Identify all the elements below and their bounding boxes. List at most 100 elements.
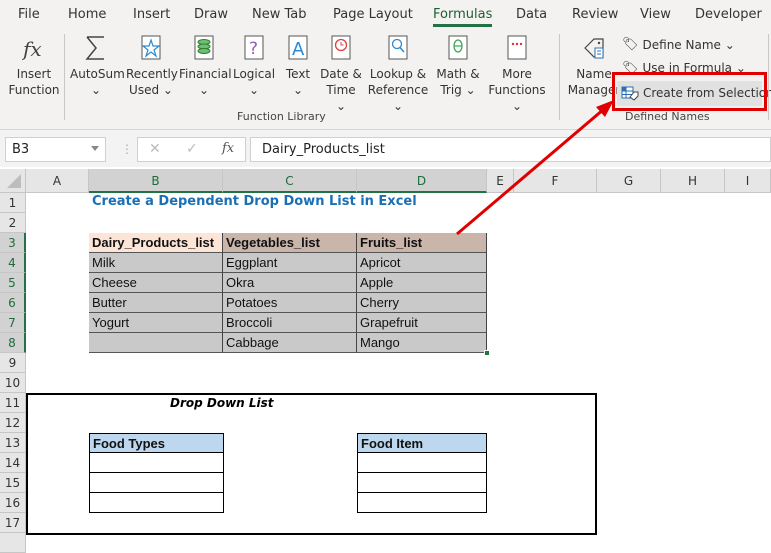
column-header-c[interactable]: C [223,169,357,193]
svg-text:A: A [292,39,305,60]
sheet-title[interactable]: Create a Dependent Drop Down List in Exc… [92,194,417,209]
recently-used-button[interactable]: Recently Used ⌄ [126,34,178,98]
drag-handle-icon[interactable]: ⋮ [121,142,133,156]
food-item-cell[interactable] [357,473,487,493]
row-header-5[interactable]: 5 [0,273,26,293]
financial-button[interactable]: Financial ⌄ [179,34,232,98]
food-item-header[interactable]: Food Item [357,433,487,453]
row-header-18[interactable] [0,533,26,553]
autosum-button[interactable]: AutoSum ⌄ [70,34,125,98]
table-cell[interactable]: Potatoes [223,293,357,313]
dropdown-title[interactable]: Drop Down List [170,396,274,410]
formula-input[interactable]: Dairy_Products_list [250,137,771,162]
table-cell[interactable]: Cherry [357,293,487,313]
header-vegetables[interactable]: Vegetables_list [223,233,357,253]
logical-button[interactable]: ? Logical ⌄ [232,34,276,98]
column-header-f[interactable]: F [514,169,597,193]
food-item-cell[interactable] [357,453,487,473]
row-header-14[interactable]: 14 [0,453,26,473]
sigma-icon [85,36,104,60]
recently-used-label-2: Used ⌄ [129,83,173,97]
row-header-7[interactable]: 7 [0,313,26,333]
table-cell[interactable]: Apple [357,273,487,293]
row-header-9[interactable]: 9 [0,353,26,373]
food-types-cell[interactable] [89,493,224,513]
row-header-16[interactable]: 16 [0,493,26,513]
separator [768,34,769,120]
table-cell[interactable]: Grapefruit [357,313,487,333]
column-header-e[interactable]: E [487,169,514,193]
tab-page-layout[interactable]: Page Layout [333,7,413,22]
tab-new-tab[interactable]: New Tab [252,7,307,22]
math-trig-button[interactable]: Math & Trig ⌄ [434,34,482,98]
table-cell[interactable]: Cabbage [223,333,357,353]
header-dairy[interactable]: Dairy_Products_list [89,233,223,253]
data-table-selection[interactable]: Dairy_Products_list Vegetables_list Fruits… [89,233,487,353]
date-time-label-2: Time ⌄ [326,83,356,113]
text-button[interactable]: A Text ⌄ [280,34,316,98]
table-cell[interactable]: Yogurt [89,313,223,333]
table-cell[interactable]: Broccoli [223,313,357,333]
function-library-group-label: Function Library [237,110,326,123]
food-types-cell[interactable] [89,473,224,493]
tab-home[interactable]: Home [68,7,106,22]
tab-review[interactable]: Review [572,7,618,22]
separator [64,34,65,120]
table-cell[interactable]: Apricot [357,253,487,273]
row-header-2[interactable]: 2 [0,213,26,233]
column-header-d[interactable]: D [357,169,487,193]
more-functions-button[interactable]: More Functions ⌄ [485,34,549,114]
tab-draw[interactable]: Draw [194,7,228,22]
row-header-10[interactable]: 10 [0,373,26,393]
date-time-button[interactable]: Date & Time ⌄ [320,34,362,114]
row-header-13[interactable]: 13 [0,433,26,453]
food-item-cell[interactable] [357,493,487,513]
food-types-header[interactable]: Food Types [89,433,224,453]
header-fruits[interactable]: Fruits_list [357,233,487,253]
dropdown-arrow-icon[interactable] [91,146,99,151]
tab-developer[interactable]: Developer [695,7,762,22]
row-header-12[interactable]: 12 [0,413,26,433]
row-header-15[interactable]: 15 [0,473,26,493]
lookup-reference-button[interactable]: Lookup & Reference ⌄ [366,34,430,114]
column-header-g[interactable]: G [597,169,661,193]
financial-chevron: ⌄ [198,83,210,97]
table-cell[interactable]: Milk [89,253,223,273]
name-box[interactable]: B3 [5,137,106,162]
question-book-icon: ? [244,35,264,60]
cancel-icon[interactable]: ✕ [149,141,161,157]
tab-data[interactable]: Data [516,7,547,22]
row-header-1[interactable]: 1 [0,193,26,213]
row-header-17[interactable]: 17 [0,513,26,533]
defined-names-group-label: Defined Names [625,110,710,123]
table-cell[interactable]: Butter [89,293,223,313]
insert-function-button[interactable]: fx Insert Function [8,34,60,98]
row-header-6[interactable]: 6 [0,293,26,313]
table-cell[interactable] [89,333,223,353]
select-all-corner[interactable] [0,169,26,193]
tab-file[interactable]: File [18,7,40,22]
insert-function-icon[interactable]: fx [222,141,234,156]
tab-view[interactable]: View [640,7,671,22]
row-header-8[interactable]: 8 [0,333,26,353]
column-header-i[interactable]: I [725,169,771,193]
column-header-h[interactable]: H [661,169,725,193]
table-cell[interactable]: Okra [223,273,357,293]
enter-icon[interactable]: ✓ [186,141,198,157]
select-all-icon [7,174,21,188]
fill-handle[interactable] [484,350,490,356]
column-header-a[interactable]: A [26,169,89,193]
table-cell[interactable]: Mango [357,333,487,353]
name-tag-icon [584,38,604,59]
define-name-button[interactable]: 🏷 Define Name ⌄ [622,37,735,52]
tab-insert[interactable]: Insert [133,7,170,22]
row-header-3[interactable]: 3 [0,233,26,253]
tab-formulas[interactable]: Formulas [433,7,493,27]
food-types-cell[interactable] [89,453,224,473]
row-header-11[interactable]: 11 [0,393,26,413]
separator [559,34,560,120]
table-cell[interactable]: Cheese [89,273,223,293]
column-header-b[interactable]: B [89,169,223,193]
row-header-4[interactable]: 4 [0,253,26,273]
table-cell[interactable]: Eggplant [223,253,357,273]
